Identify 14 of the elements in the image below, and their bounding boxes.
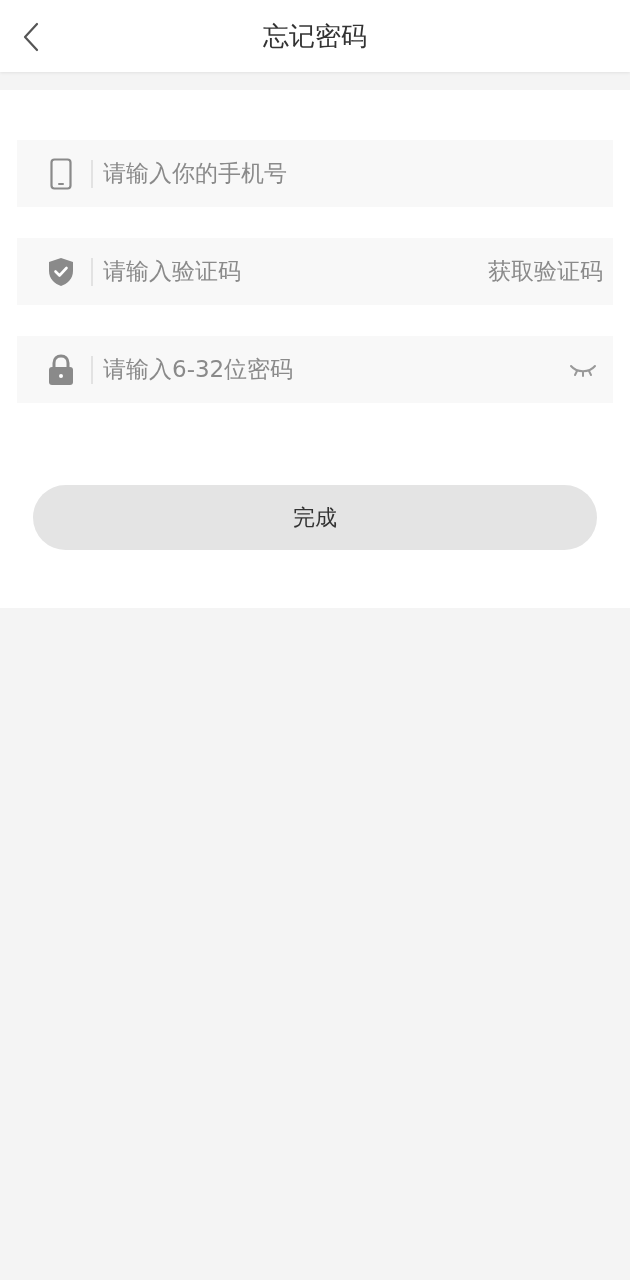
input-field[interactable]: 请输入你的手机号 (17, 140, 613, 207)
phone-icon (50, 157, 72, 190)
lock-icon (48, 353, 74, 386)
submit-button[interactable]: 完成 (33, 485, 597, 550)
page-title: 忘记密码 (263, 19, 367, 53)
back-icon[interactable] (22, 22, 40, 52)
input-field[interactable]: 请输入6-32位密码 (17, 336, 613, 403)
input-placeholder: 请输入6-32位密码 (103, 355, 295, 385)
input-placeholder: 请输入你的手机号 (103, 159, 288, 189)
get-code-link[interactable]: 获取验证码 (488, 254, 603, 289)
input-placeholder: 请输入验证码 (103, 257, 242, 287)
eye-closed-icon[interactable] (569, 362, 597, 377)
input-field[interactable]: 请输入验证码 获取验证码 (17, 238, 613, 305)
shield-check-icon (48, 256, 74, 287)
